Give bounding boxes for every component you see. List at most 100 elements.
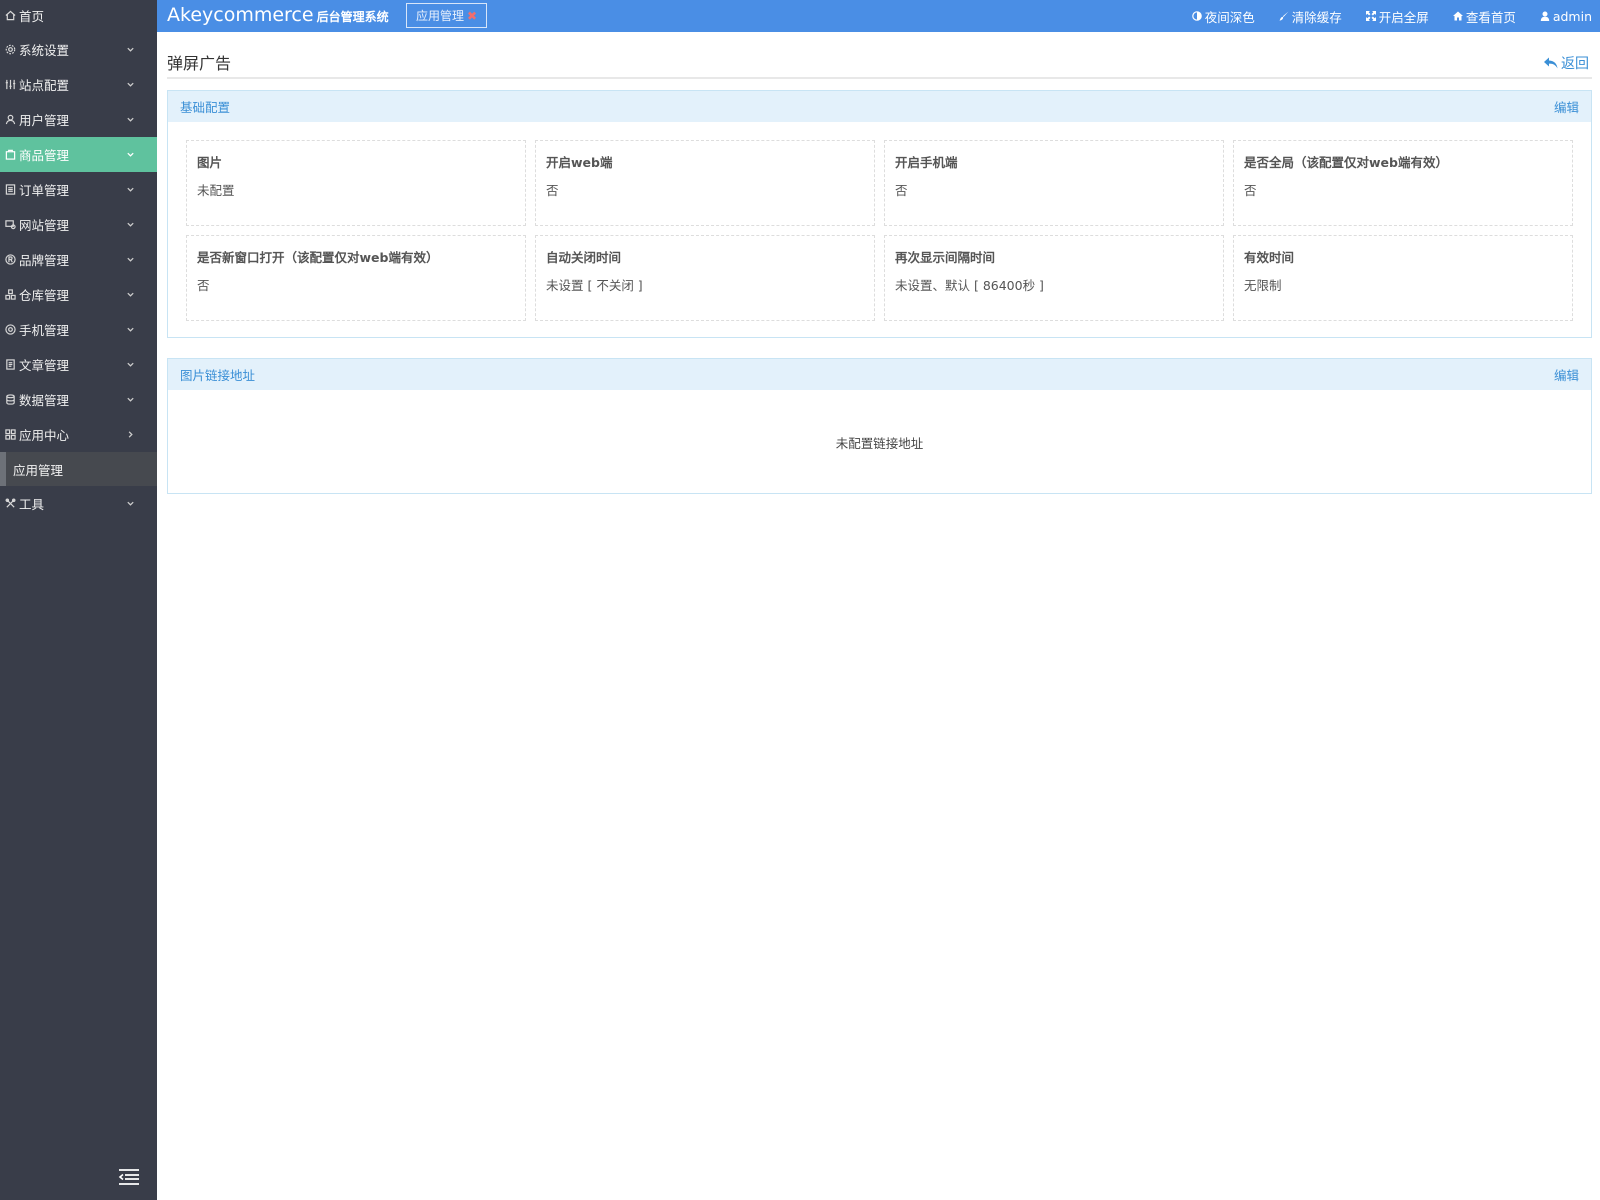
- panel-header: 基础配置 编辑: [168, 91, 1591, 122]
- apps-icon: [4, 429, 16, 441]
- empty-state-text: 未配置链接地址: [835, 436, 924, 451]
- field-label: 自动关闭时间: [546, 250, 622, 265]
- night-mode-button[interactable]: 夜间深色: [1191, 7, 1255, 26]
- sidebar-item-label: 应用中心: [19, 428, 70, 443]
- chevron-down-icon: [124, 44, 136, 56]
- view-homepage-button[interactable]: 查看首页: [1452, 7, 1516, 26]
- night-mode-label: 夜间深色: [1204, 9, 1255, 25]
- database-icon: [4, 394, 16, 406]
- panel-header: 图片链接地址 编辑: [168, 359, 1591, 390]
- sidebar-item-label: 商品管理: [19, 148, 70, 163]
- user-menu-button[interactable]: admin: [1540, 9, 1592, 24]
- sidebar-item-data[interactable]: 数据管理: [0, 382, 157, 417]
- sidebar-item-label: 网站管理: [19, 218, 70, 233]
- header-actions: 夜间深色 清除缓存 开启全屏 查看首页 admin: [1168, 0, 1592, 32]
- sidebar-item-label: 工具: [19, 497, 45, 512]
- chevron-down-icon: [124, 79, 136, 91]
- title-divider: [167, 77, 1592, 79]
- sidebar-item-label: 仓库管理: [19, 288, 70, 303]
- close-icon[interactable]: ✖: [467, 9, 477, 23]
- back-button[interactable]: 返回: [1544, 53, 1589, 73]
- tab-app-management[interactable]: 应用管理 ✖: [406, 3, 487, 28]
- field-value: 否: [895, 183, 908, 198]
- field-mobile-enabled: 开启手机端 否: [884, 140, 1224, 226]
- sidebar-item-label: 站点配置: [19, 78, 70, 93]
- sidebar-item-label: 用户管理: [19, 113, 70, 128]
- fullscreen-label: 开启全屏: [1378, 9, 1429, 25]
- sidebar-subitem-label: 应用管理: [13, 462, 64, 478]
- sidebar-item-brands[interactable]: 品牌管理: [0, 242, 157, 277]
- top-bar: Akeycommerce 后台管理系统 应用管理 ✖ 夜间深色 清除缓存 开启全屏…: [157, 0, 1600, 32]
- goods-icon: [4, 149, 16, 161]
- chevron-right-icon: [124, 429, 136, 441]
- sidebar-item-mobile[interactable]: 手机管理: [0, 312, 157, 347]
- sidebar-item-label: 品牌管理: [19, 253, 70, 268]
- clear-cache-button[interactable]: 清除缓存: [1279, 7, 1342, 26]
- field-global: 是否全局（该配置仅对web端有效） 否: [1233, 140, 1573, 226]
- chevron-down-icon: [124, 324, 136, 336]
- chevron-down-icon: [124, 289, 136, 301]
- brand-logo[interactable]: Akeycommerce 后台管理系统: [167, 4, 389, 26]
- reply-icon: [1544, 57, 1558, 69]
- view-homepage-label: 查看首页: [1465, 9, 1516, 25]
- field-image: 图片 未配置: [186, 140, 526, 226]
- sidebar-item-website[interactable]: 网站管理: [0, 207, 157, 242]
- tools-icon: [4, 498, 16, 510]
- brush-icon: [1279, 11, 1289, 21]
- chevron-down-icon: [124, 394, 136, 406]
- sidebar-item-label: 订单管理: [19, 183, 70, 198]
- sidebar-item-goods[interactable]: 商品管理: [0, 137, 157, 172]
- field-auto-close-time: 自动关闭时间 未设置 [ 不关闭 ]: [535, 235, 875, 321]
- sidebar-item-tools[interactable]: 工具: [0, 486, 157, 521]
- basic-config-panel: 基础配置 编辑 图片 未配置 开启web端 否 开启手机端 否 是否全局（该配置…: [167, 90, 1592, 338]
- sidebar-item-label: 系统设置: [19, 43, 70, 58]
- site-icon: [4, 219, 16, 231]
- sidebar-subitem-app-management[interactable]: 应用管理: [0, 452, 157, 486]
- fullscreen-button[interactable]: 开启全屏: [1365, 7, 1429, 26]
- fullscreen-icon: [1365, 11, 1376, 21]
- user-icon: [1540, 11, 1550, 21]
- edit-basic-config-button[interactable]: 编辑: [1554, 97, 1579, 116]
- sidebar-item-system-settings[interactable]: 系统设置: [0, 32, 157, 67]
- home-icon: [4, 10, 16, 22]
- sidebar-item-label: 文章管理: [19, 358, 70, 373]
- field-redisplay-interval: 再次显示间隔时间 未设置、默认 [ 86400秒 ]: [884, 235, 1224, 321]
- sidebar-item-home[interactable]: 首页: [0, 0, 157, 31]
- sidebar-item-orders[interactable]: 订单管理: [0, 172, 157, 207]
- home-icon: [1452, 11, 1463, 21]
- contrast-icon: [1191, 11, 1202, 21]
- sidebar-item-app-center[interactable]: 应用中心: [0, 417, 157, 452]
- sidebar-item-warehouse[interactable]: 仓库管理: [0, 277, 157, 312]
- field-valid-time: 有效时间 无限制: [1233, 235, 1573, 321]
- back-label: 返回: [1561, 56, 1589, 72]
- gear-icon: [4, 44, 16, 56]
- field-label: 有效时间: [1244, 250, 1295, 265]
- panel-title: 基础配置: [180, 100, 231, 115]
- field-label: 再次显示间隔时间: [895, 250, 996, 265]
- chevron-down-icon: [124, 219, 136, 231]
- field-value: 否: [1244, 183, 1257, 198]
- sidebar-item-site-config[interactable]: 站点配置: [0, 67, 157, 102]
- sliders-icon: [4, 79, 16, 91]
- tab-label: 应用管理: [415, 9, 464, 23]
- chevron-down-icon: [124, 498, 136, 510]
- sidebar-collapse-icon[interactable]: [118, 1168, 140, 1186]
- field-label: 开启web端: [546, 155, 613, 170]
- field-value: 无限制: [1244, 278, 1282, 293]
- edit-image-link-button[interactable]: 编辑: [1554, 365, 1579, 384]
- sidebar-item-articles[interactable]: 文章管理: [0, 347, 157, 382]
- brand-name: Akeycommerce: [167, 4, 314, 26]
- image-link-panel: 图片链接地址 编辑 未配置链接地址: [167, 358, 1592, 494]
- field-value: 未设置、默认 [ 86400秒 ]: [895, 278, 1044, 293]
- sidebar-item-users[interactable]: 用户管理: [0, 102, 157, 137]
- username-label: admin: [1552, 8, 1592, 24]
- chevron-down-icon: [124, 149, 136, 161]
- chevron-down-icon: [124, 184, 136, 196]
- field-value: 未设置 [ 不关闭 ]: [546, 278, 643, 293]
- chevron-down-icon: [124, 114, 136, 126]
- page-title: 弹屏广告: [167, 54, 232, 73]
- sidebar: 首页 系统设置 站点配置 用户管理 商品管理 订单管理 网站管理 品牌管理 仓库…: [0, 0, 157, 1200]
- field-label: 图片: [197, 155, 223, 170]
- field-label: 是否新窗口打开（该配置仅对web端有效）: [197, 250, 439, 265]
- clear-cache-label: 清除缓存: [1291, 9, 1342, 25]
